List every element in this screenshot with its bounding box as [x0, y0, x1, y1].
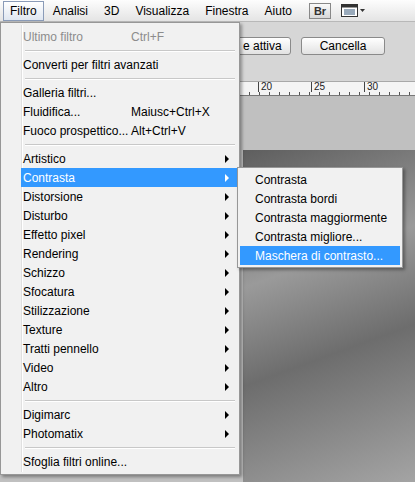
menu-item-label: Contrasta — [23, 171, 217, 185]
submenu-arrow-icon — [225, 307, 229, 315]
menu-separator — [25, 46, 237, 55]
submenu-arrow-icon — [225, 212, 229, 220]
menu-item-shortcut: Ctrl+F — [131, 30, 217, 44]
submenu-arrow-icon — [225, 383, 229, 391]
bridge-button[interactable]: Br — [309, 3, 331, 19]
submenu-item[interactable]: Contrasta migliore... — [240, 227, 400, 246]
menu-separator — [25, 74, 237, 83]
submenu-arrow-icon — [225, 411, 229, 419]
submenu-arrow-icon — [225, 288, 229, 296]
menu-item[interactable]: Sfocatura — [3, 282, 237, 301]
menu-separator — [25, 140, 237, 149]
ruler-label: 30 — [364, 82, 415, 92]
menu-item-label: Texture — [23, 323, 217, 337]
submenu-arrow-icon — [225, 269, 229, 277]
menu-item[interactable]: Altro — [3, 377, 237, 396]
menu-item[interactable]: Sfoglia filtri online... — [3, 452, 237, 471]
options-button[interactable]: Cancella — [301, 37, 386, 55]
screen-mode-button[interactable] — [341, 4, 365, 18]
menu-item-label: Fuoco prospettico... — [23, 124, 131, 138]
menu-item[interactable]: Contrasta — [21, 168, 237, 187]
submenu-arrow-icon — [225, 345, 229, 353]
menu-item[interactable]: Digimarc — [3, 405, 237, 424]
submenu-arrow-icon — [225, 430, 229, 438]
menu-item[interactable]: Schizzo — [3, 263, 237, 282]
menu-item-label: Galleria filtri... — [23, 86, 217, 100]
menu-item[interactable]: Distorsione — [3, 187, 237, 206]
menu-item-shortcut: Alt+Ctrl+V — [131, 124, 217, 138]
submenu-item[interactable]: Contrasta maggiormente — [240, 208, 400, 227]
menu-item[interactable]: Ultimo filtroCtrl+F — [3, 27, 237, 46]
menu-item-label: Sfoglia filtri online... — [23, 455, 217, 469]
menu-bar-item[interactable]: 3D — [97, 1, 126, 21]
menu-item[interactable]: Fuoco prospettico...Alt+Ctrl+V — [3, 121, 237, 140]
menu-item-label: Rendering — [23, 247, 217, 261]
menu-item-label: Disturbo — [23, 209, 217, 223]
menu-item[interactable]: Effetto pixel — [3, 225, 237, 244]
submenu-arrow-icon — [225, 193, 229, 201]
menu-bar: FiltroAnalisi3DVisualizzaFinestraAiuto Br — [0, 0, 415, 22]
ruler-label: 20 — [258, 82, 311, 92]
menu-separator — [25, 443, 237, 452]
submenu-item[interactable]: Contrasta bordi — [240, 189, 400, 208]
menu-item-label: Video — [23, 361, 217, 375]
menu-item[interactable]: Tratti pennello — [3, 339, 237, 358]
menu-item-label: Effetto pixel — [23, 228, 217, 242]
menu-item[interactable]: Video — [3, 358, 237, 377]
menu-item-label: Stilizzazione — [23, 304, 217, 318]
menu-item-label: Digimarc — [23, 408, 217, 422]
menu-bar-item[interactable]: Analisi — [46, 1, 95, 21]
menu-item[interactable]: Disturbo — [3, 206, 237, 225]
menu-item-label: Converti per filtri avanzati — [23, 58, 217, 72]
submenu-arrow-icon — [225, 326, 229, 334]
submenu-arrow-icon — [225, 174, 229, 182]
menu-bar-item[interactable]: Aiuto — [258, 1, 299, 21]
submenu-item[interactable]: Contrasta — [240, 170, 400, 189]
screen-mode-icon — [341, 4, 365, 18]
menu-item-label: Tratti pennello — [23, 342, 217, 356]
submenu-arrow-icon — [225, 155, 229, 163]
menu-item-shortcut: Maiusc+Ctrl+X — [131, 105, 217, 119]
menu-item[interactable]: Fluidifica...Maiusc+Ctrl+X — [3, 102, 237, 121]
filter-menu: Ultimo filtroCtrl+F Converti per filtri a… — [0, 22, 240, 475]
menu-item[interactable]: Rendering — [3, 244, 237, 263]
menu-item-label: Distorsione — [23, 190, 217, 204]
menu-item-label: Ultimo filtro — [23, 30, 131, 44]
ruler-label: 25 — [311, 82, 364, 92]
menu-item[interactable]: Texture — [3, 320, 237, 339]
menu-item-label: Schizzo — [23, 266, 217, 280]
menu-item-label: Photomatix — [23, 427, 217, 441]
menu-separator — [25, 396, 237, 405]
menu-item[interactable]: Photomatix — [3, 424, 237, 443]
menu-bar-item[interactable]: Finestra — [198, 1, 255, 21]
menu-item[interactable]: Artistico — [3, 149, 237, 168]
menu-item-label: Artistico — [23, 152, 217, 166]
menu-item-label: Sfocatura — [23, 285, 217, 299]
menu-item[interactable]: Converti per filtri avanzati — [3, 55, 237, 74]
photoshop-window: FiltroAnalisi3DVisualizzaFinestraAiuto Br… — [0, 0, 415, 482]
submenu-arrow-icon — [225, 364, 229, 372]
menu-item-label: Altro — [23, 380, 217, 394]
submenu-arrow-icon — [225, 250, 229, 258]
submenu-item[interactable]: Maschera di contrasto... — [240, 246, 400, 265]
menu-item[interactable]: Galleria filtri... — [3, 83, 237, 102]
menu-item[interactable]: Stilizzazione — [3, 301, 237, 320]
submenu-arrow-icon — [225, 231, 229, 239]
menu-bar-item[interactable]: Filtro — [3, 1, 44, 21]
menu-bar-item[interactable]: Visualizza — [128, 1, 196, 21]
menu-item-label: Fluidifica... — [23, 105, 131, 119]
contrasta-submenu: ContrastaContrasta bordiContrasta maggio… — [237, 167, 403, 268]
menu-gutter — [21, 25, 23, 472]
